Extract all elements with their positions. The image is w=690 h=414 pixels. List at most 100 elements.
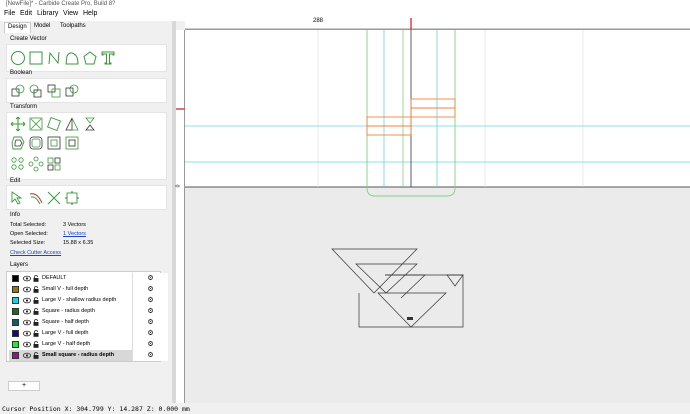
- inset-icon[interactable]: [46, 135, 62, 151]
- lock-icon[interactable]: [33, 308, 39, 315]
- status-bar: Cursor Position X: 304.799 Y: 14.287 Z: …: [0, 403, 690, 414]
- tab-model[interactable]: Model: [31, 22, 53, 33]
- total-selected-label: Total Selected:: [10, 222, 47, 228]
- selected-size-value: 15.88 x 6.35: [63, 240, 94, 246]
- weld-icon[interactable]: [64, 83, 80, 99]
- layer-row[interactable]: Square - radius depth ⚙: [9, 306, 168, 317]
- layer-color-swatch[interactable]: [12, 352, 19, 359]
- lock-icon[interactable]: [33, 319, 39, 326]
- eye-icon[interactable]: [23, 352, 31, 359]
- layer-name: Large V - half depth: [42, 341, 91, 347]
- lock-icon[interactable]: [33, 286, 39, 293]
- open-selected-link[interactable]: 1 Vectors: [63, 231, 86, 237]
- total-selected-row: Total Selected: 3 Vectors: [10, 222, 86, 228]
- layer-row[interactable]: Large V - half depth ⚙: [9, 339, 168, 350]
- eye-icon[interactable]: [23, 297, 31, 304]
- join-icon[interactable]: [28, 190, 44, 206]
- eye-icon[interactable]: [23, 330, 31, 337]
- circular-array-icon[interactable]: [28, 156, 44, 172]
- lock-icon[interactable]: [33, 297, 39, 304]
- node-edit-icon[interactable]: [10, 190, 26, 206]
- layer-row[interactable]: Large V - shallow radius depth ⚙: [9, 295, 168, 306]
- rotate-icon[interactable]: [46, 116, 62, 132]
- layers-list: DEFAULT ⚙ Small V - full depth ⚙ Large V…: [6, 271, 168, 362]
- menu-edit[interactable]: Edit: [20, 10, 32, 17]
- total-selected-value: 3 Vectors: [63, 222, 86, 228]
- fillet-icon[interactable]: [28, 135, 44, 151]
- array-icon[interactable]: [10, 156, 26, 172]
- gear-icon[interactable]: ⚙: [132, 339, 168, 350]
- mirror-icon[interactable]: [64, 116, 80, 132]
- subtract-icon[interactable]: [28, 83, 44, 99]
- check-cutter-access-link[interactable]: Check Cutter Access: [10, 250, 61, 256]
- eye-icon[interactable]: [23, 319, 31, 326]
- move-icon[interactable]: [10, 116, 26, 132]
- layer-name: Small square - radius depth: [42, 352, 115, 358]
- layer-row[interactable]: Square - half depth ⚙: [9, 317, 168, 328]
- layer-row[interactable]: DEFAULT ⚙: [9, 273, 168, 284]
- selected-size-row: Selected Size: 15.88 x 6.35: [10, 240, 93, 246]
- top-ruler: 288: [185, 18, 690, 30]
- circle-icon[interactable]: [10, 50, 26, 66]
- scale-icon[interactable]: [28, 116, 44, 132]
- layer-row[interactable]: Small V - full depth ⚙: [9, 284, 168, 295]
- create-vector-section: [6, 44, 167, 72]
- layer-color-swatch[interactable]: [12, 275, 19, 282]
- gear-icon[interactable]: ⚙: [132, 328, 168, 339]
- layer-color-swatch[interactable]: [12, 319, 19, 326]
- layer-name: Large V - full depth: [42, 330, 89, 336]
- gear-icon[interactable]: ⚙: [132, 273, 168, 284]
- flip-icon[interactable]: [82, 116, 98, 132]
- lock-icon[interactable]: [33, 352, 39, 359]
- gear-icon[interactable]: ⚙: [132, 350, 168, 361]
- transform-section: [6, 112, 167, 180]
- menu-help[interactable]: Help: [83, 10, 97, 17]
- layer-color-swatch[interactable]: [12, 341, 19, 348]
- layer-name: Square - half depth: [42, 319, 89, 325]
- layer-color-swatch[interactable]: [12, 286, 19, 293]
- top-ruler-label: 288: [313, 18, 324, 24]
- align-icon[interactable]: [64, 135, 80, 151]
- tab-toolpaths[interactable]: Toolpaths: [57, 22, 89, 33]
- tab-design[interactable]: Design: [4, 22, 31, 33]
- polygon-icon[interactable]: [82, 50, 98, 66]
- lock-icon[interactable]: [33, 330, 39, 337]
- layer-name: Square - radius depth: [42, 308, 95, 314]
- eye-icon[interactable]: [23, 308, 31, 315]
- nest-icon[interactable]: [46, 156, 62, 172]
- intersect-icon[interactable]: [46, 83, 62, 99]
- eye-icon[interactable]: [23, 341, 31, 348]
- menu-view[interactable]: View: [63, 10, 78, 17]
- layer-color-swatch[interactable]: [12, 297, 19, 304]
- design-canvas[interactable]: [185, 30, 690, 403]
- gear-icon[interactable]: ⚙: [132, 317, 168, 328]
- lock-icon[interactable]: [33, 275, 39, 282]
- text-icon[interactable]: [100, 50, 116, 66]
- panel-tabs: Design Model Toolpaths: [0, 21, 172, 33]
- layer-color-swatch[interactable]: [12, 308, 19, 315]
- trim-icon[interactable]: [46, 190, 62, 206]
- offset-icon[interactable]: [10, 135, 26, 151]
- info-heading: Info: [10, 212, 21, 218]
- union-icon[interactable]: [10, 83, 26, 99]
- layer-row[interactable]: Large V - full depth ⚙: [9, 328, 168, 339]
- layer-row-selected[interactable]: Small square - radius depth ⚙: [9, 350, 168, 361]
- layer-color-swatch[interactable]: [12, 330, 19, 337]
- menu-library[interactable]: Library: [37, 10, 58, 17]
- lock-icon[interactable]: [33, 341, 39, 348]
- curve-icon[interactable]: [64, 50, 80, 66]
- eye-icon[interactable]: [23, 286, 31, 293]
- rectangle-icon[interactable]: [28, 50, 44, 66]
- boolean-heading: Boolean: [10, 70, 33, 76]
- add-layer-button[interactable]: +: [8, 381, 40, 391]
- edit-heading: Edit: [10, 178, 21, 184]
- menu-file[interactable]: File: [4, 10, 15, 17]
- boundary-icon[interactable]: [64, 190, 80, 206]
- selected-size-label: Selected Size:: [10, 240, 46, 246]
- gear-icon[interactable]: ⚙: [132, 284, 168, 295]
- eye-icon[interactable]: [23, 275, 31, 282]
- edit-section: [6, 185, 167, 210]
- gear-icon[interactable]: ⚙: [132, 306, 168, 317]
- polyline-icon[interactable]: [46, 50, 62, 66]
- gear-icon[interactable]: ⚙: [132, 295, 168, 306]
